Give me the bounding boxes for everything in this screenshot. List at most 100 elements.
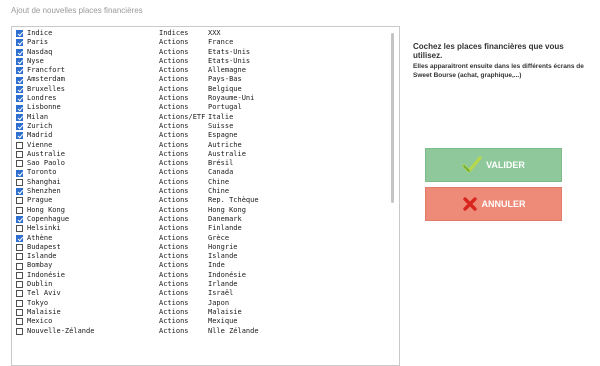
cancel-button[interactable]: ANNULER: [425, 187, 562, 221]
list-item[interactable]: Tokyo Actions Japon: [16, 299, 308, 308]
item-checkbox[interactable]: [16, 178, 23, 186]
item-name: Indonésie: [27, 270, 65, 279]
list-item[interactable]: Athène Actions Grèce: [16, 234, 308, 243]
list-item[interactable]: Vienne Actions Autriche: [16, 141, 308, 150]
item-checkbox[interactable]: [16, 271, 23, 279]
list-item[interactable]: Nasdaq Actions Etats-Unis: [16, 48, 308, 57]
item-type: Actions: [159, 66, 189, 75]
list-item[interactable]: Paris Actions France: [16, 38, 308, 47]
item-checkbox[interactable]: [16, 243, 23, 251]
item-checkbox[interactable]: [16, 76, 23, 84]
item-country: Pays-Bas: [208, 75, 242, 84]
list-item[interactable]: Londres Actions Royaume-Uni: [16, 94, 308, 103]
item-checkbox[interactable]: [16, 123, 23, 131]
item-checkbox[interactable]: [16, 30, 23, 38]
item-checkbox[interactable]: [16, 216, 23, 224]
item-checkbox[interactable]: [16, 281, 23, 289]
item-country: Royaume-Uni: [208, 94, 255, 103]
item-country: Hong Kong: [208, 205, 246, 214]
item-checkbox[interactable]: [16, 39, 23, 47]
item-checkbox[interactable]: [16, 318, 23, 326]
list-item[interactable]: Prague Actions Rep. Tchèque: [16, 196, 308, 205]
list-item[interactable]: Zurich Actions Suisse: [16, 122, 308, 131]
item-checkbox[interactable]: [16, 141, 23, 149]
item-country: Belgique: [208, 84, 242, 93]
item-checkbox[interactable]: [16, 290, 23, 298]
item-checkbox[interactable]: [16, 67, 23, 75]
item-checkbox[interactable]: [16, 160, 23, 168]
item-checkbox[interactable]: [16, 85, 23, 93]
item-checkbox[interactable]: [16, 327, 23, 335]
item-name: Shanghai: [27, 177, 61, 186]
list-item[interactable]: Shenzhen Actions Chine: [16, 187, 308, 196]
item-type: Actions: [159, 224, 189, 233]
item-type: Actions: [159, 280, 189, 289]
list-item[interactable]: Budapest Actions Hongrie: [16, 243, 308, 252]
item-checkbox[interactable]: [16, 132, 23, 140]
list-item[interactable]: Sao Paolo Actions Brésil: [16, 159, 308, 168]
item-checkbox[interactable]: [16, 151, 23, 158]
list-item[interactable]: Milan Actions/ETF Italie: [16, 113, 308, 122]
list-item[interactable]: Nyse Actions Etats-Unis: [16, 57, 308, 66]
list-item[interactable]: Madrid Actions Espagne: [16, 131, 308, 140]
item-country: Indonésie: [208, 270, 246, 279]
item-checkbox[interactable]: [16, 206, 23, 214]
list-item[interactable]: Australie Actions Australie: [16, 150, 308, 159]
list-item[interactable]: Dublin Actions Irlande: [16, 280, 308, 289]
dialog-title: Ajout de nouvelles places financières: [11, 6, 143, 15]
list-item[interactable]: Hong Kong Actions Hong Kong: [16, 206, 308, 215]
item-checkbox[interactable]: [16, 197, 23, 205]
item-name: Toronto: [27, 168, 57, 177]
list-item[interactable]: Amsterdam Actions Pays-Bas: [16, 75, 308, 84]
list-item[interactable]: Lisbonne Actions Portugal: [16, 103, 308, 112]
item-name: Indice: [27, 29, 53, 37]
item-name: Australie: [27, 149, 65, 158]
list-item[interactable]: Tel Aviv Actions Israël: [16, 289, 308, 298]
item-checkbox[interactable]: [16, 309, 23, 317]
item-name: Zurich: [27, 121, 53, 130]
item-country: Islande: [208, 252, 238, 261]
item-checkbox[interactable]: [16, 95, 23, 103]
item-name: Paris: [27, 38, 49, 47]
item-checkbox[interactable]: [16, 188, 23, 196]
item-type: Actions: [159, 307, 189, 316]
list-item[interactable]: Helsinki Actions Finlande: [16, 224, 308, 233]
item-checkbox[interactable]: [16, 299, 23, 307]
scrollbar-thumb[interactable]: [391, 33, 394, 203]
item-checkbox[interactable]: [16, 58, 23, 66]
item-country: Rep. Tchèque: [208, 196, 259, 205]
list-item[interactable]: Bruxelles Actions Belgique: [16, 85, 308, 94]
list-item[interactable]: Shanghai Actions Chine: [16, 178, 308, 187]
item-checkbox[interactable]: [16, 225, 23, 233]
item-type: Actions: [159, 159, 189, 168]
item-checkbox[interactable]: [16, 113, 23, 121]
list-item[interactable]: Indice Indices XXX: [16, 29, 308, 38]
list-item[interactable]: Copenhague Actions Danemark: [16, 215, 308, 224]
list-item[interactable]: Indonésie Actions Indonésie: [16, 271, 308, 280]
item-country: Portugal: [208, 103, 242, 112]
item-checkbox[interactable]: [16, 48, 23, 56]
list-item[interactable]: Francfort Actions Allemagne: [16, 66, 308, 75]
list-item[interactable]: Malaisie Actions Malaisie: [16, 308, 308, 317]
item-checkbox[interactable]: [16, 169, 23, 177]
item-checkbox[interactable]: [16, 262, 23, 270]
list-item[interactable]: Islande Actions Islande: [16, 252, 308, 261]
list-scrollbar[interactable]: [391, 29, 395, 363]
markets-list[interactable]: Indice Indices XXX Paris Actions France Nasdaq…: [11, 26, 400, 366]
item-checkbox[interactable]: [16, 234, 23, 242]
item-type: Actions: [159, 47, 189, 56]
list-item[interactable]: Mexico Actions Mexique: [16, 317, 308, 326]
item-type: Actions: [159, 298, 189, 307]
item-name: Dublin: [27, 280, 53, 289]
item-type: Actions: [159, 252, 189, 261]
item-type: Actions: [159, 84, 189, 93]
item-type: Actions: [159, 168, 189, 177]
list-item[interactable]: Toronto Actions Canada: [16, 168, 308, 177]
item-checkbox[interactable]: [16, 253, 23, 261]
item-country: Allemagne: [208, 66, 246, 75]
list-item[interactable]: Nouvelle-Zélande Actions Nlle Zélande: [16, 327, 308, 336]
validate-button[interactable]: VALIDER: [425, 148, 562, 182]
list-item[interactable]: Bombay Actions Inde: [16, 261, 308, 270]
item-checkbox[interactable]: [16, 104, 23, 112]
item-type: Actions: [159, 75, 189, 84]
